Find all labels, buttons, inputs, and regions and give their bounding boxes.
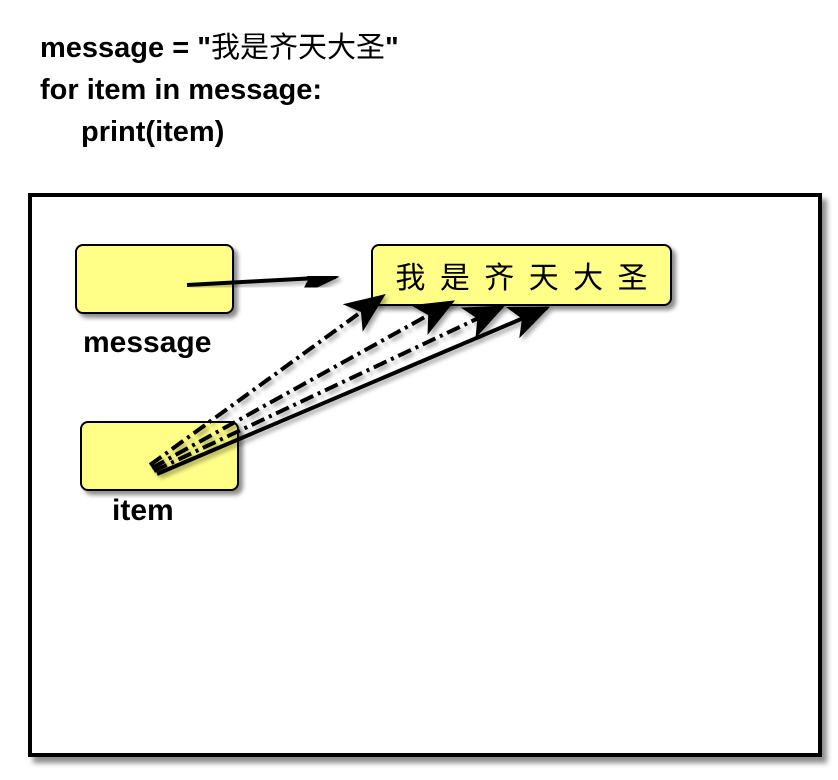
code-line-1-prefix: message = " [40, 32, 211, 64]
message-variable-label: message [83, 326, 212, 359]
code-snippet: message = "我是齐天大圣" for item in message: … [40, 26, 399, 153]
string-char-3: 天 [528, 261, 559, 296]
message-variable-box [75, 244, 234, 314]
code-line-1-suffix: " [384, 32, 399, 64]
string-char-2: 齐 [484, 261, 515, 296]
item-variable-box [80, 421, 239, 491]
code-line-2: for item in message: [40, 74, 323, 106]
code-line-1: message = "我是齐天大圣" [40, 26, 399, 69]
string-char-1: 是 [439, 261, 470, 296]
code-line-1-string: 我是齐天大圣 [210, 30, 385, 64]
code-line-3: print(item) [81, 116, 225, 148]
item-variable-label: item [112, 494, 174, 527]
string-char-4: 大 [573, 261, 604, 296]
string-object-box: 我 是 齐 天 大 圣 [371, 244, 672, 306]
string-char-5: 圣 [617, 261, 648, 296]
string-char-0: 我 [395, 261, 426, 296]
